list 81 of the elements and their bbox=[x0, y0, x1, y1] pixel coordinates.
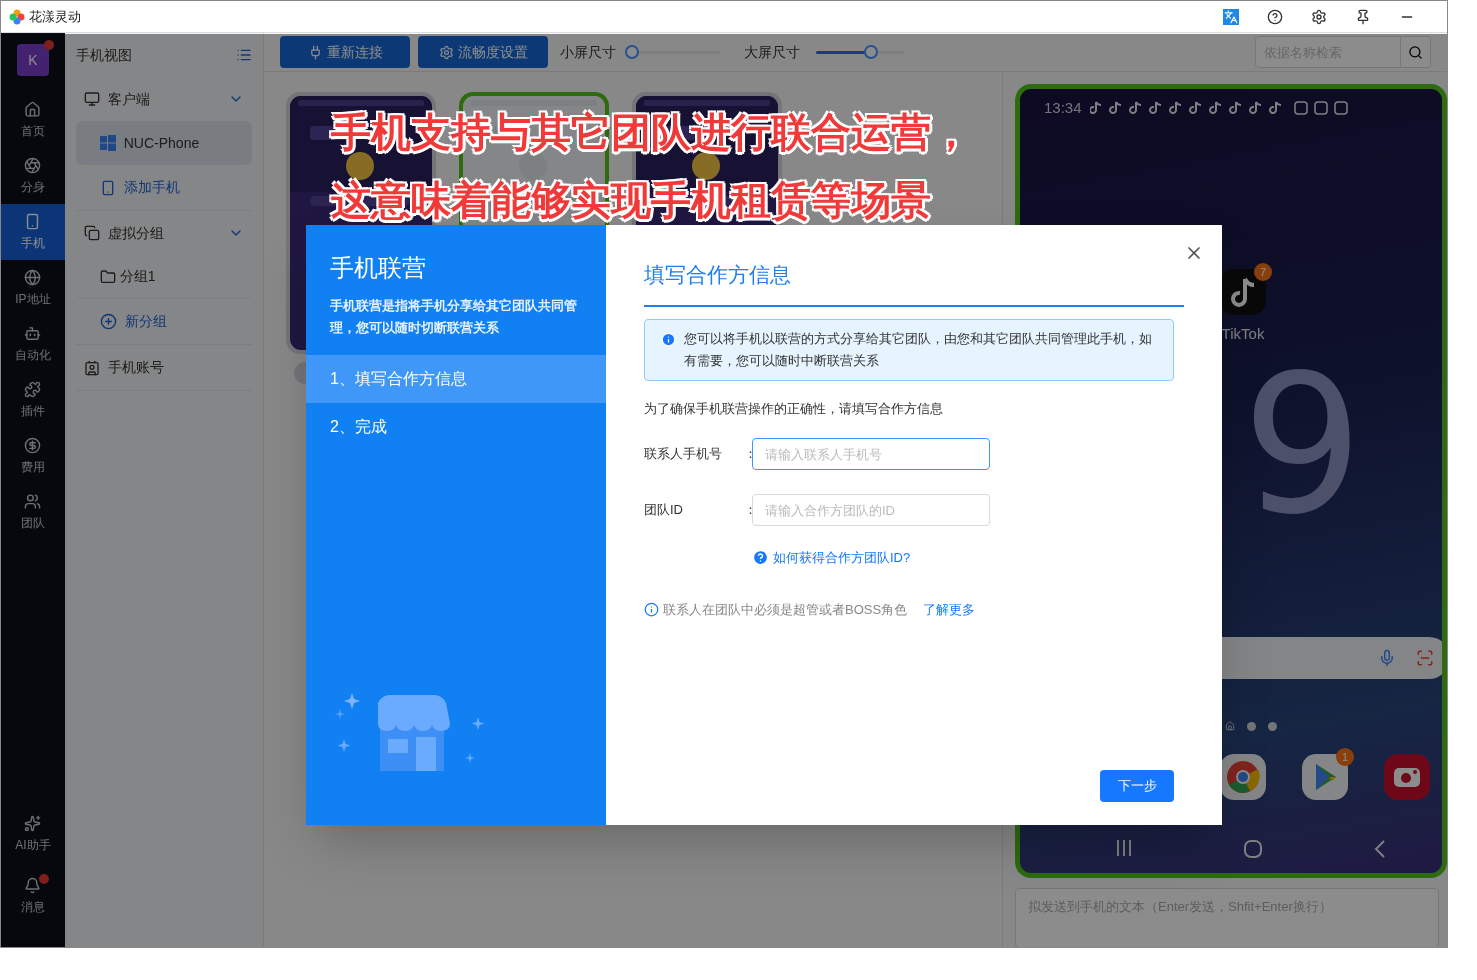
id-card-icon bbox=[83, 359, 100, 376]
nav-item[interactable]: 分身 bbox=[1, 148, 65, 204]
mic-icon bbox=[1378, 649, 1396, 667]
colon: ： bbox=[744, 501, 752, 520]
step-item[interactable]: 2、完成 bbox=[306, 403, 606, 451]
nav-item[interactable]: 自动化 bbox=[1, 316, 65, 372]
home-icon bbox=[24, 100, 42, 118]
windows-logo-icon bbox=[99, 135, 116, 151]
toolbar-button[interactable]: 流畅度设置 bbox=[418, 36, 548, 68]
account-item[interactable]: 手机账号 bbox=[75, 345, 252, 391]
clock-digits: 9 bbox=[1242, 351, 1363, 541]
note-text: 联系人在团队中必须是超管或者BOSS角色 bbox=[663, 600, 908, 619]
status-time: 13:34 bbox=[1044, 97, 1082, 118]
group-header[interactable]: 客户端 bbox=[75, 77, 252, 121]
add-link[interactable]: 新分组 bbox=[75, 299, 252, 345]
count-badge: 7 bbox=[1254, 263, 1272, 281]
add-link[interactable]: 添加手机 bbox=[75, 165, 252, 211]
puzzle-icon bbox=[24, 380, 42, 398]
bell-icon bbox=[24, 876, 42, 894]
colon: ： bbox=[744, 445, 752, 464]
nav-item[interactable]: AI助手 bbox=[1, 806, 65, 862]
home-button-icon bbox=[1243, 839, 1263, 859]
toolbar-button[interactable]: 重新连接 bbox=[280, 36, 410, 68]
text-field[interactable]: 请输入联系人手机号 bbox=[752, 438, 990, 470]
intro-text: 为了确保手机联营操作的正确性，请填写合作方信息 bbox=[644, 399, 944, 418]
list-icon[interactable] bbox=[236, 47, 252, 63]
avatar[interactable]: K bbox=[16, 44, 49, 76]
side-description: 手机联营是指将手机分享给其它团队共同管理，您可以随时切断联营关系 bbox=[330, 297, 578, 337]
nav-item[interactable]: 插件 bbox=[1, 372, 65, 428]
group-header[interactable]: 虚拟分组 bbox=[75, 211, 252, 255]
pin-icon[interactable] bbox=[1355, 8, 1371, 25]
search-icon bbox=[1408, 44, 1423, 60]
step-item[interactable]: 1、填写合作方信息 bbox=[306, 355, 606, 403]
help-link[interactable]: 如何获得合作方团队ID? bbox=[752, 548, 911, 568]
dialog-title: 填写合作方信息 bbox=[644, 263, 791, 286]
nav-item[interactable]: 团队 bbox=[1, 484, 65, 540]
home-page-icon bbox=[1225, 721, 1235, 731]
nav-item[interactable]: 首页 bbox=[1, 92, 65, 148]
robot-icon bbox=[24, 324, 42, 342]
slider-label: 小屏尺寸 bbox=[560, 42, 616, 62]
globe-icon bbox=[24, 268, 42, 286]
help-icon bbox=[752, 549, 769, 567]
info-icon bbox=[661, 331, 676, 347]
device-item[interactable]: NUC-Phone bbox=[75, 121, 252, 165]
slider-label: 大屏尺寸 bbox=[744, 42, 800, 62]
aperture-icon bbox=[24, 156, 42, 174]
back-icon bbox=[1373, 839, 1387, 859]
learn-more-link[interactable]: 了解更多 bbox=[923, 599, 976, 619]
count-badge: 1 bbox=[1336, 748, 1354, 766]
nav-item[interactable]: 手机 bbox=[1, 204, 65, 260]
field-label: 团队ID bbox=[644, 501, 684, 520]
play-store-icon bbox=[1302, 754, 1348, 800]
sparkles-icon bbox=[24, 814, 42, 832]
field-label: 联系人手机号 bbox=[644, 445, 723, 464]
help-icon[interactable] bbox=[1267, 8, 1283, 25]
users-icon bbox=[24, 492, 42, 510]
recent-apps-icon bbox=[1115, 839, 1133, 857]
group-item[interactable]: 分组1 bbox=[75, 255, 252, 299]
stacked-squares-icon bbox=[83, 225, 100, 241]
next-button[interactable]: 下一步 bbox=[1100, 770, 1174, 802]
plus-icon bbox=[99, 313, 117, 330]
settings-icon[interactable] bbox=[1311, 8, 1327, 25]
camera-app-icon bbox=[1384, 754, 1430, 800]
app-label: TikTok bbox=[1221, 324, 1265, 344]
sidebar-title: 手机视图 bbox=[75, 45, 132, 65]
side-title: 手机联营 bbox=[330, 253, 427, 283]
currency-icon bbox=[24, 436, 42, 454]
nav-item[interactable]: 费用 bbox=[1, 428, 65, 484]
nav-item[interactable]: 消息 bbox=[1, 868, 65, 924]
folder-icon bbox=[99, 268, 116, 285]
monitor-icon bbox=[83, 91, 100, 107]
lens-icon bbox=[1416, 649, 1434, 667]
info-outline-icon bbox=[644, 601, 659, 617]
search-button[interactable] bbox=[1401, 36, 1431, 68]
window-title: 花漾灵动 bbox=[29, 7, 81, 26]
flower-logo-icon bbox=[9, 8, 25, 25]
nav-item[interactable]: IP地址 bbox=[1, 260, 65, 316]
slider-thumb[interactable] bbox=[625, 45, 639, 59]
settings-icon bbox=[438, 44, 454, 60]
translate-icon[interactable] bbox=[1223, 8, 1239, 25]
slider-thumb[interactable] bbox=[864, 45, 879, 59]
